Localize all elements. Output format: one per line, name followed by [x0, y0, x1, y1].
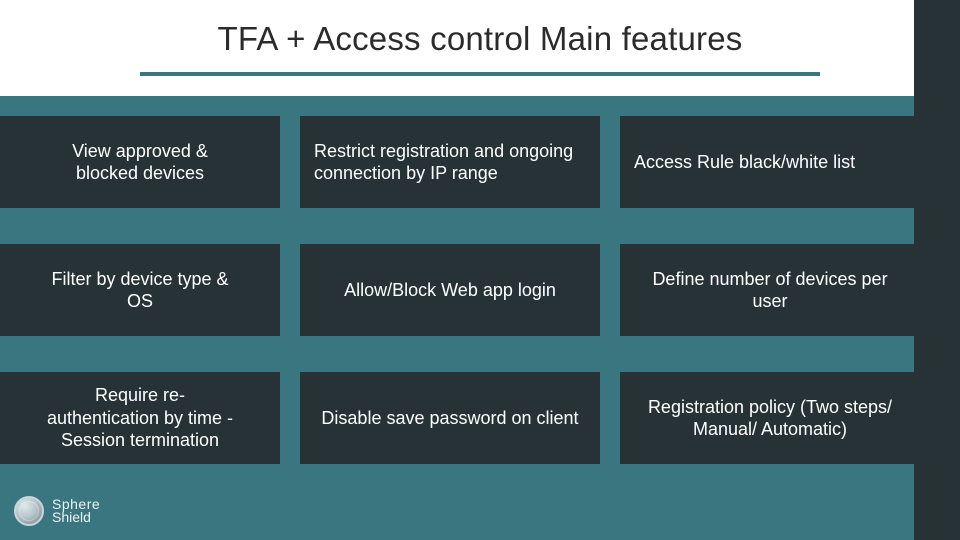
globe-icon — [14, 496, 44, 526]
feature-cell-r1c3: Access Rule black/white list — [620, 116, 920, 208]
right-accent-column — [914, 0, 960, 540]
feature-cell-r3c2: Disable save password on client — [300, 372, 600, 464]
feature-cell-r3c3: Registration policy (Two steps/ Manual/ … — [620, 372, 920, 464]
page-title: TFA + Access control Main features — [0, 20, 960, 58]
title-underline — [140, 72, 820, 76]
feature-grid: View approved & blocked devices Restrict… — [0, 116, 914, 496]
brand-line2: Shield — [52, 511, 100, 524]
feature-cell-r2c2: Allow/Block Web app login — [300, 244, 600, 336]
feature-cell-r2c1: Filter by device type & OS — [0, 244, 280, 336]
brand-text: Sphere Shield — [52, 498, 100, 525]
feature-cell-r2c3: Define number of devices per user — [620, 244, 920, 336]
feature-cell-r1c1: View approved & blocked devices — [0, 116, 280, 208]
brand-logo: Sphere Shield — [14, 496, 100, 526]
header-band: TFA + Access control Main features — [0, 0, 960, 96]
feature-cell-r3c1: Require re-authentication by time - Sess… — [0, 372, 280, 464]
feature-cell-r1c2: Restrict registration and ongoing connec… — [300, 116, 600, 208]
